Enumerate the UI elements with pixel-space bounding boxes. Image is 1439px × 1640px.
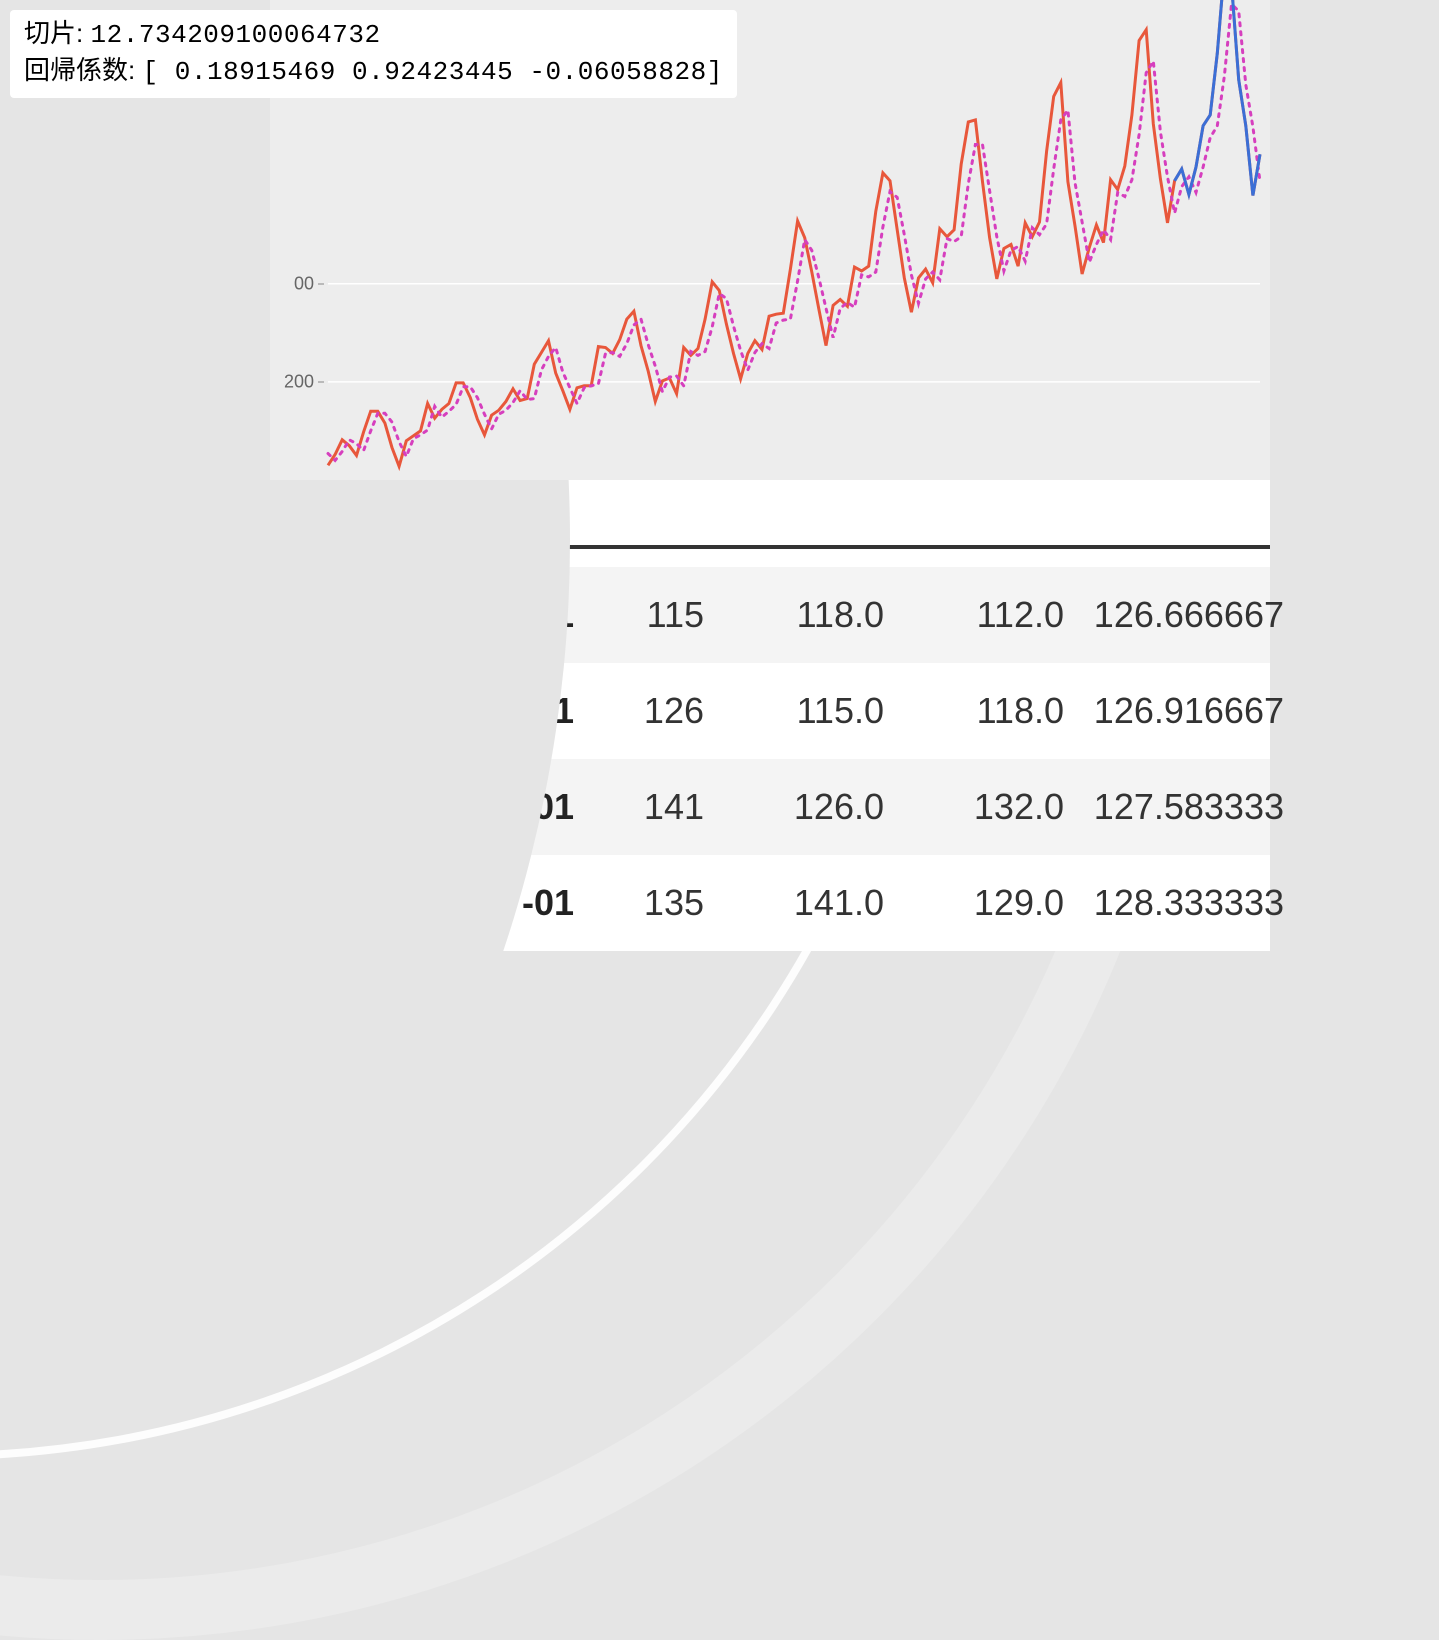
coef-values: [ 0.18915469 0.92423445 -0.06058828] xyxy=(142,57,722,87)
regression-info-box: 切片: 12.734209100064732 回帰係数: [ 0.1891546… xyxy=(10,10,737,98)
table-row: 0-03-01141126.0132.0127.583333 xyxy=(270,759,1270,855)
cell-col4: 128.333333 xyxy=(1090,882,1310,924)
cell-col1: 115 xyxy=(600,594,730,636)
cell-col1: 126 xyxy=(600,690,730,732)
table-row: -01135141.0129.0128.333333 xyxy=(270,855,1270,951)
cell-col2: 141.0 xyxy=(730,882,910,924)
y-tick-label: 200 xyxy=(284,371,314,392)
cell-col2: 126.0 xyxy=(730,786,910,828)
cell-date: -01 xyxy=(300,882,600,924)
cell-col2: 118.0 xyxy=(730,594,910,636)
intercept-value: 12.734209100064732 xyxy=(90,20,380,50)
cell-col3: 112.0 xyxy=(910,594,1090,636)
cell-date: 1950-01-01 xyxy=(300,594,600,636)
cell-col4: 126.666667 xyxy=(1090,594,1310,636)
cell-col4: 127.583333 xyxy=(1090,786,1310,828)
cell-col4: 126.916667 xyxy=(1090,690,1310,732)
table-header-month: Month xyxy=(410,494,530,538)
coef-label: 回帰係数: xyxy=(24,55,142,85)
cell-col3: 118.0 xyxy=(910,690,1090,732)
cell-col1: 141 xyxy=(600,786,730,828)
table-row: 1950-02-01126115.0118.0126.916667 xyxy=(270,663,1270,759)
data-table: Month 1950-01-01115118.0112.0126.6666671… xyxy=(270,480,1270,951)
y-tick-label: 00 xyxy=(294,273,314,294)
table-divider xyxy=(410,545,1270,549)
cell-col1: 135 xyxy=(600,882,730,924)
intercept-label: 切片: xyxy=(24,18,90,48)
cell-col3: 132.0 xyxy=(910,786,1090,828)
cell-col2: 115.0 xyxy=(730,690,910,732)
table-row: 1950-01-01115118.0112.0126.666667 xyxy=(270,567,1270,663)
cell-date: 1950-02-01 xyxy=(300,690,600,732)
cell-date: 0-03-01 xyxy=(300,786,600,828)
cell-col3: 129.0 xyxy=(910,882,1090,924)
